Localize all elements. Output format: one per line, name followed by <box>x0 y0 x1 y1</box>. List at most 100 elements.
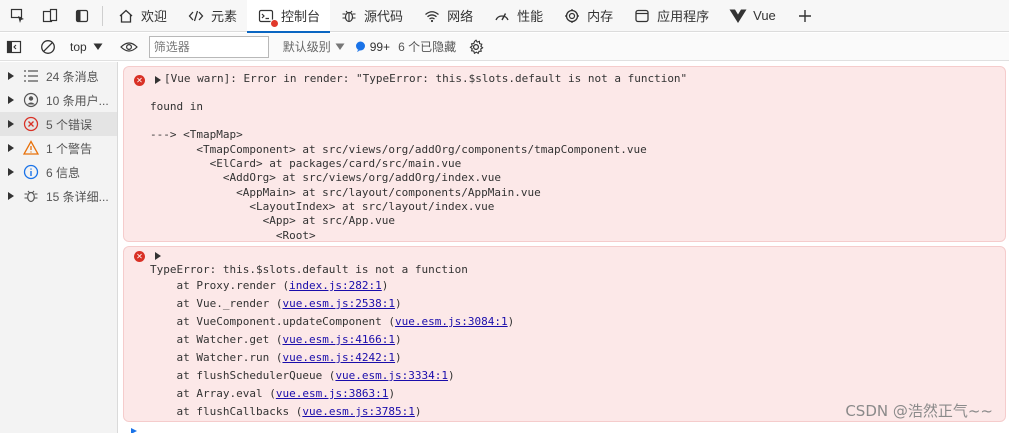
tab-label: 性能 <box>517 9 544 24</box>
expand-arrow-icon[interactable] <box>155 252 161 260</box>
application-icon <box>633 7 651 25</box>
frame-text: ) <box>414 405 422 418</box>
console-error-message[interactable]: ✕ [Vue warn]: Error in render: "TypeErro… <box>123 66 1006 242</box>
tab-vue[interactable]: Vue <box>719 0 786 32</box>
sidebar-item-label: 15 条详细... <box>46 189 109 204</box>
eye-icon <box>119 41 138 52</box>
trace-line: <AppMain> at src/layout/components/AppMa… <box>150 186 541 199</box>
sidebar-item-info[interactable]: 6 信息 <box>0 160 117 184</box>
stack-frame: at Array.eval (vue.esm.js:3863:1) <box>150 387 395 401</box>
dropdown-arrow-icon <box>335 43 345 50</box>
frame-text: at Array.eval ( <box>150 387 276 400</box>
stack-frame: at Watcher.get (vue.esm.js:4166:1) <box>150 333 401 347</box>
console-prompt-icon[interactable] <box>131 428 137 433</box>
sidebar-item-label: 5 个错误 <box>46 117 93 132</box>
expand-arrow-icon <box>6 72 16 80</box>
source-link[interactable]: vue.esm.js:3334:1 <box>335 369 448 382</box>
frame-text: ) <box>381 279 389 292</box>
error-badge <box>270 18 280 28</box>
frame-text: ) <box>395 297 402 310</box>
add-tab-button[interactable] <box>786 0 824 32</box>
expand-arrow-icon <box>6 192 16 200</box>
console-output[interactable]: ✕ [Vue warn]: Error in render: "TypeErro… <box>119 62 1009 433</box>
frame-text: at Watcher.get ( <box>150 333 283 346</box>
console-error-message[interactable]: ✕ TypeError: this.$slots.default is not … <box>123 246 1006 422</box>
source-link[interactable]: vue.esm.js:3863:1 <box>276 387 389 400</box>
stack-frame: at flushSchedulerQueue (vue.esm.js:3334:… <box>150 369 454 383</box>
tabbar-left-tools <box>0 0 107 32</box>
console-toolbar: top 默认级别 99+ 6 个已隐藏 <box>0 33 1009 61</box>
source-link[interactable]: vue.esm.js:2538:1 <box>282 297 395 310</box>
console-icon <box>257 7 280 28</box>
trace-line: <App> at src/App.vue <box>150 214 396 227</box>
device-emulation-icon[interactable] <box>34 0 66 32</box>
tab-label: 源代码 <box>364 9 404 24</box>
hidden-messages-count: 6 个已隐藏 <box>398 40 457 54</box>
warning-icon <box>22 139 40 157</box>
plus-icon <box>796 7 814 25</box>
source-link[interactable]: vue.esm.js:3084:1 <box>395 315 508 328</box>
vue-icon <box>729 7 747 25</box>
expand-arrow-icon[interactable] <box>155 76 161 84</box>
stack-frame: at Proxy.render (index.js:282:1) <box>150 279 388 293</box>
context-value: top <box>70 39 87 54</box>
frame-text: at flushCallbacks ( <box>150 405 303 418</box>
tab-application[interactable]: 应用程序 <box>623 0 719 32</box>
trace-line: <LayoutIndex> at src/layout/index.vue <box>150 200 495 213</box>
tab-label: 欢迎 <box>141 9 168 24</box>
trace-line: <ElCard> at packages/card/src/main.vue <box>150 157 462 170</box>
frame-text: ) <box>388 387 396 400</box>
sidebar-item-label: 1 个警告 <box>46 141 93 156</box>
tab-welcome[interactable]: 欢迎 <box>107 0 177 32</box>
frame-text: at Watcher.run ( <box>150 351 283 364</box>
tab-elements[interactable]: 元素 <box>177 0 247 32</box>
context-selector[interactable]: top <box>66 36 107 58</box>
inspect-element-icon[interactable] <box>2 0 34 32</box>
tab-performance[interactable]: 性能 <box>483 0 553 32</box>
list-icon <box>22 67 40 85</box>
frame-text: at Vue._render ( <box>150 297 283 310</box>
tab-label: 内存 <box>587 9 614 24</box>
sidebar-item-messages[interactable]: 24 条消息 <box>0 64 117 88</box>
tab-memory[interactable]: 内存 <box>553 0 623 32</box>
error-icon <box>22 115 40 133</box>
sidebar-item-user-messages[interactable]: 10 条用户... <box>0 88 117 112</box>
tab-label: 应用程序 <box>657 9 710 24</box>
watermark: CSDN @浩然正气~~ <box>845 402 993 420</box>
verbose-icon <box>22 187 40 205</box>
trace-line: <Root> <box>150 229 316 242</box>
tab-sources[interactable]: 源代码 <box>330 0 413 32</box>
source-link[interactable]: vue.esm.js:4166:1 <box>282 333 395 346</box>
tab-label: 网络 <box>447 9 474 24</box>
message-bubble-icon <box>355 41 365 52</box>
bug-icon <box>340 7 358 25</box>
dock-side-icon[interactable] <box>66 0 98 32</box>
source-link[interactable]: index.js:282:1 <box>289 279 382 292</box>
toggle-sidebar-button[interactable] <box>2 35 26 59</box>
source-link[interactable]: vue.esm.js:4242:1 <box>282 351 395 364</box>
filter-input[interactable] <box>148 35 269 58</box>
sidebar-item-errors[interactable]: 5 个错误 <box>0 112 117 136</box>
console-settings-button[interactable] <box>464 35 488 59</box>
info-icon <box>22 163 40 181</box>
tab-console[interactable]: 控制台 <box>247 0 331 33</box>
issues-counter[interactable]: 99+ <box>355 40 390 54</box>
frame-text: ) <box>507 315 515 328</box>
clear-console-button[interactable] <box>36 35 60 59</box>
log-level-value: 默认级别 <box>282 40 331 54</box>
live-expression-button[interactable] <box>117 35 141 59</box>
devtools-tabbar: 欢迎 元素 控制台 源代码 网络 性能 内存 应用程序 Vue <box>0 0 1009 33</box>
frame-text: at flushSchedulerQueue ( <box>150 369 336 382</box>
error-icon: ✕ <box>134 75 145 86</box>
sidebar-item-warnings[interactable]: 1 个警告 <box>0 136 117 160</box>
sidebar-item-verbose[interactable]: 15 条详细... <box>0 184 117 208</box>
expand-arrow-icon <box>6 168 16 176</box>
sidebar-item-label: 10 条用户... <box>46 93 109 108</box>
frame-text: ) <box>395 351 402 364</box>
separator <box>102 5 103 26</box>
source-link[interactable]: vue.esm.js:3785:1 <box>302 405 415 418</box>
memory-icon <box>563 7 581 25</box>
trace-line: <AddOrg> at src/views/org/addOrg/index.v… <box>150 171 501 184</box>
tab-network[interactable]: 网络 <box>413 0 483 32</box>
log-level-dropdown[interactable]: 默认级别 <box>277 38 351 55</box>
